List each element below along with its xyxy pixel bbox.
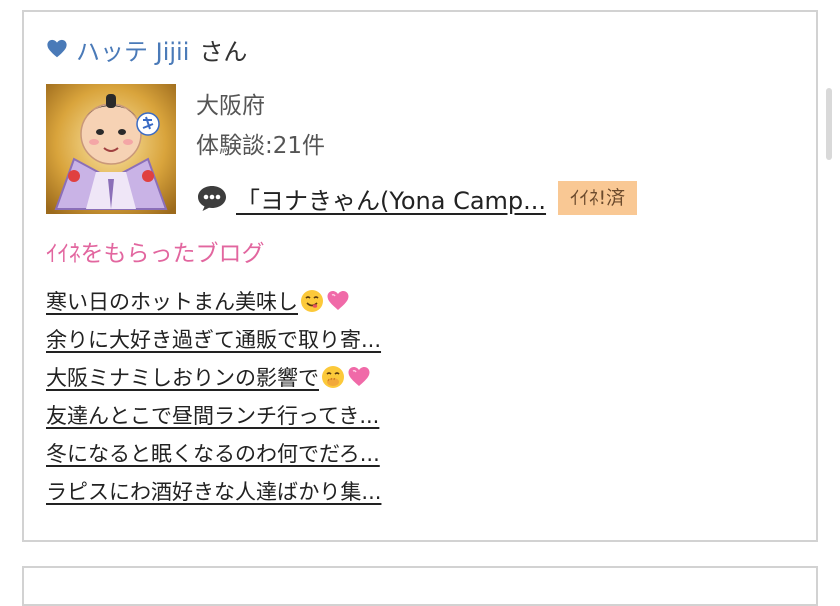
blog-link[interactable]: 余りに大好き過ぎて通販で取り寄... <box>46 324 381 354</box>
honorific: さん <box>199 37 248 66</box>
list-item: 余りに大好き過ぎて通販で取り寄... <box>46 320 381 358</box>
like-badge: ｲｲﾈ!済 <box>558 181 638 215</box>
latest-comment-link[interactable]: 「ヨナきゃん(Yona Camp... <box>236 181 546 216</box>
latest-comment: 「ヨナきゃん(Yona Camp... ｲｲﾈ!済 <box>196 180 638 216</box>
blog-link[interactable]: 冬になると眠くなるのわ何でだろ... <box>46 438 380 468</box>
list-item: 大阪ミナミしおりンの影響で <box>46 358 381 396</box>
list-item: 友達んとこで昼間ランチ行ってき... <box>46 396 381 434</box>
blog-title: 友達んとこで昼間ランチ行ってき... <box>46 404 380 428</box>
yum-face-icon <box>301 290 323 312</box>
fortune-doll-avatar-icon <box>46 84 176 214</box>
next-card <box>22 566 818 606</box>
blog-title: 冬になると眠くなるのわ何でだろ... <box>46 442 380 466</box>
hand-over-mouth-face-icon <box>322 366 344 388</box>
heart-icon <box>47 39 67 58</box>
prefecture: 大阪府 <box>196 93 265 119</box>
list-item: ラピスにわ酒好きな人達ばかり集... <box>46 472 381 510</box>
liked-blogs-list: 寒い日のホットまん美味し 余りに大好き過ぎて通販で取り寄... 大阪ミナミしおり… <box>46 282 381 510</box>
blog-title: ラピスにわ酒好きな人達ばかり集... <box>46 480 382 504</box>
pink-heart-icon <box>348 367 370 386</box>
user-card: ハッテ Jijii さん 大阪府 体験談:21件 「ヨナきゃん(Yona Cam… <box>22 10 818 542</box>
blog-link[interactable]: 友達んとこで昼間ランチ行ってき... <box>46 400 379 430</box>
blog-title: 寒い日のホットまん美味し <box>46 290 298 314</box>
blog-link[interactable]: 寒い日のホットまん美味し <box>46 286 350 316</box>
blog-title: 大阪ミナミしおりンの影響で <box>46 366 319 390</box>
avatar[interactable] <box>46 84 176 214</box>
user-name-link[interactable]: ハッテ Jijii <box>76 32 189 67</box>
blog-link[interactable]: ラピスにわ酒好きな人達ばかり集... <box>46 476 381 506</box>
experience-count[interactable]: 体験談:21件 <box>196 126 325 160</box>
pink-heart-icon <box>327 291 349 310</box>
blog-link[interactable]: 大阪ミナミしおりンの影響で <box>46 362 371 392</box>
scrollbar[interactable] <box>826 88 832 160</box>
speech-bubble-icon <box>198 186 226 211</box>
user-line: ハッテ Jijii さん <box>46 32 247 66</box>
blog-title: 余りに大好き過ぎて通販で取り寄... <box>46 328 382 352</box>
list-item: 冬になると眠くなるのわ何でだろ... <box>46 434 381 472</box>
list-item: 寒い日のホットまん美味し <box>46 282 381 320</box>
liked-blogs-title: ｲｲﾈをもらったブログ <box>46 241 265 267</box>
